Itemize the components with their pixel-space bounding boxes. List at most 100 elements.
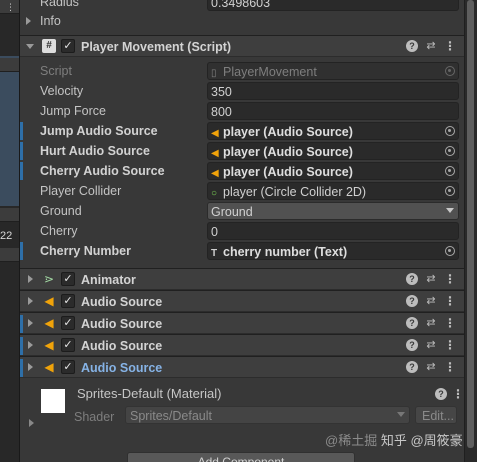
add-component-button[interactable]: Add Component (127, 452, 355, 462)
presets-icon[interactable]: ⇄ (425, 273, 437, 286)
jump-audio-field[interactable]: ◀ player (Audio Source) (207, 122, 459, 140)
audio-source-header-2[interactable]: ◀ ✓ Audio Source ? ⇄ ⋮ (20, 312, 464, 334)
foldout-closed-icon[interactable] (28, 363, 33, 371)
object-picker-icon[interactable] (445, 166, 455, 176)
velocity-label: Velocity (40, 84, 84, 98)
material-foldout-icon[interactable] (29, 419, 34, 427)
help-icon[interactable]: ? (406, 361, 418, 373)
presets-icon[interactable]: ⇄ (425, 361, 437, 374)
shader-dropdown[interactable]: Sprites/Default (125, 406, 410, 424)
left-panel-tab-2[interactable] (0, 58, 19, 72)
player-collider-label: Player Collider (40, 184, 122, 198)
info-row[interactable]: Info (20, 11, 464, 31)
audio-source-header-3[interactable]: ◀ ✓ Audio Source ? ⇄ ⋮ (20, 334, 464, 356)
material-preview (41, 389, 65, 413)
hurt-audio-label: Hurt Audio Source (40, 144, 150, 158)
script-field: ▯ PlayerMovement (207, 62, 459, 80)
cherry-audio-field[interactable]: ◀ player (Audio Source) (207, 162, 459, 180)
help-icon[interactable]: ? (406, 317, 418, 329)
component-menu-icon[interactable]: ⋮ (444, 317, 456, 330)
material-menu-icon[interactable]: ⋮ (452, 388, 464, 401)
left-panel-edge: ⋮ 22 (0, 0, 20, 462)
left-panel-tab-4[interactable] (0, 248, 19, 262)
override-bar (20, 337, 23, 355)
hurt-audio-field[interactable]: ◀ player (Audio Source) (207, 142, 459, 160)
script-row: Script ▯ PlayerMovement (20, 61, 464, 81)
help-icon[interactable]: ? (435, 388, 447, 400)
radius-label: Radius (40, 0, 79, 9)
component-menu-icon[interactable]: ⋮ (444, 339, 456, 352)
enabled-checkbox[interactable]: ✓ (61, 39, 75, 53)
component-title: Animator (81, 273, 136, 287)
object-picker-icon[interactable] (445, 146, 455, 156)
enabled-checkbox[interactable]: ✓ (61, 294, 75, 308)
jump-audio-row: Jump Audio Source ◀ player (Audio Source) (20, 121, 464, 141)
presets-icon[interactable]: ⇄ (425, 339, 437, 352)
scrollbar-thumb[interactable] (467, 0, 474, 448)
cherry-number-label: Cherry Number (40, 244, 131, 258)
help-icon[interactable]: ? (406, 40, 418, 52)
foldout-closed-icon[interactable] (28, 319, 33, 327)
jump-force-field[interactable]: 800 (207, 102, 459, 120)
script-label: Script (40, 64, 72, 78)
foldout-closed-icon[interactable] (28, 297, 33, 305)
radius-field[interactable]: 0.3498603 (207, 0, 459, 11)
component-menu-icon[interactable]: ⋮ (444, 295, 456, 308)
override-bar (20, 162, 23, 180)
speaker-added-icon: ◀ (44, 338, 54, 352)
chevron-down-icon (446, 208, 454, 213)
cherry-number-field[interactable]: Tcherry number (Text) (207, 242, 459, 260)
speaker-icon: ◀ (44, 294, 54, 308)
override-bar (20, 142, 23, 160)
component-menu-icon[interactable]: ⋮ (444, 361, 456, 374)
player-collider-field[interactable]: ○ player (Circle Collider 2D) (207, 182, 459, 200)
audio-source-header-4[interactable]: ◀ ✓ Audio Source ? ⇄ ⋮ (20, 356, 464, 378)
object-picker-icon[interactable] (445, 126, 455, 136)
script-file-icon: ▯ (211, 68, 217, 79)
help-icon[interactable]: ? (406, 339, 418, 351)
override-bar (20, 242, 23, 260)
info-foldout-icon[interactable] (26, 17, 31, 25)
material-title: Sprites-Default (Material) (77, 386, 222, 401)
enabled-checkbox[interactable]: ✓ (61, 338, 75, 352)
presets-icon[interactable]: ⇄ (425, 40, 437, 53)
cherry-row: Cherry 0 (20, 221, 464, 241)
component-title: Player Movement (Script) (81, 40, 232, 54)
player-movement-header[interactable]: # ✓ Player Movement (Script) ? ⇄ ⋮ (20, 35, 464, 57)
foldout-closed-icon[interactable] (28, 275, 33, 283)
object-picker-icon (445, 66, 455, 76)
inspector-scrollbar[interactable] (464, 0, 477, 462)
presets-icon[interactable]: ⇄ (425, 295, 437, 308)
left-panel-menu-icon[interactable]: ⋮ (6, 3, 15, 12)
ground-dropdown[interactable]: Ground (207, 202, 459, 220)
edit-shader-button[interactable]: Edit... (415, 406, 457, 424)
jump-force-label: Jump Force (40, 104, 106, 118)
velocity-field[interactable]: 350 (207, 82, 459, 100)
override-bar (20, 359, 23, 377)
hurt-audio-row: Hurt Audio Source ◀ player (Audio Source) (20, 141, 464, 161)
chevron-down-icon (397, 412, 405, 417)
cherry-audio-row: Cherry Audio Source ◀ player (Audio Sourc… (20, 161, 464, 181)
object-picker-icon[interactable] (445, 246, 455, 256)
help-icon[interactable]: ? (406, 273, 418, 285)
enabled-checkbox[interactable]: ✓ (61, 360, 75, 374)
enabled-checkbox[interactable]: ✓ (61, 272, 75, 286)
watermark: @稀土掘 知乎 @周筱豪 (325, 433, 463, 448)
component-menu-icon[interactable]: ⋮ (444, 273, 456, 286)
speaker-added-icon: ◀ (44, 360, 54, 374)
cherry-field[interactable]: 0 (207, 222, 459, 240)
help-icon[interactable]: ? (406, 295, 418, 307)
audio-source-header-1[interactable]: ◀ ✓ Audio Source ? ⇄ ⋮ (20, 290, 464, 312)
foldout-closed-icon[interactable] (28, 341, 33, 349)
object-picker-icon[interactable] (445, 186, 455, 196)
jump-audio-label: Jump Audio Source (40, 124, 158, 138)
component-menu-icon[interactable]: ⋮ (444, 40, 456, 53)
left-panel-tab-3[interactable] (0, 208, 19, 222)
foldout-open-icon[interactable] (26, 44, 34, 49)
presets-icon[interactable]: ⇄ (425, 317, 437, 330)
animator-header[interactable]: ⋗ ✓ Animator ? ⇄ ⋮ (20, 268, 464, 290)
ground-label: Ground (40, 204, 82, 218)
cherry-audio-label: Cherry Audio Source (40, 164, 165, 178)
cherry-label: Cherry (40, 224, 78, 238)
enabled-checkbox[interactable]: ✓ (61, 316, 75, 330)
